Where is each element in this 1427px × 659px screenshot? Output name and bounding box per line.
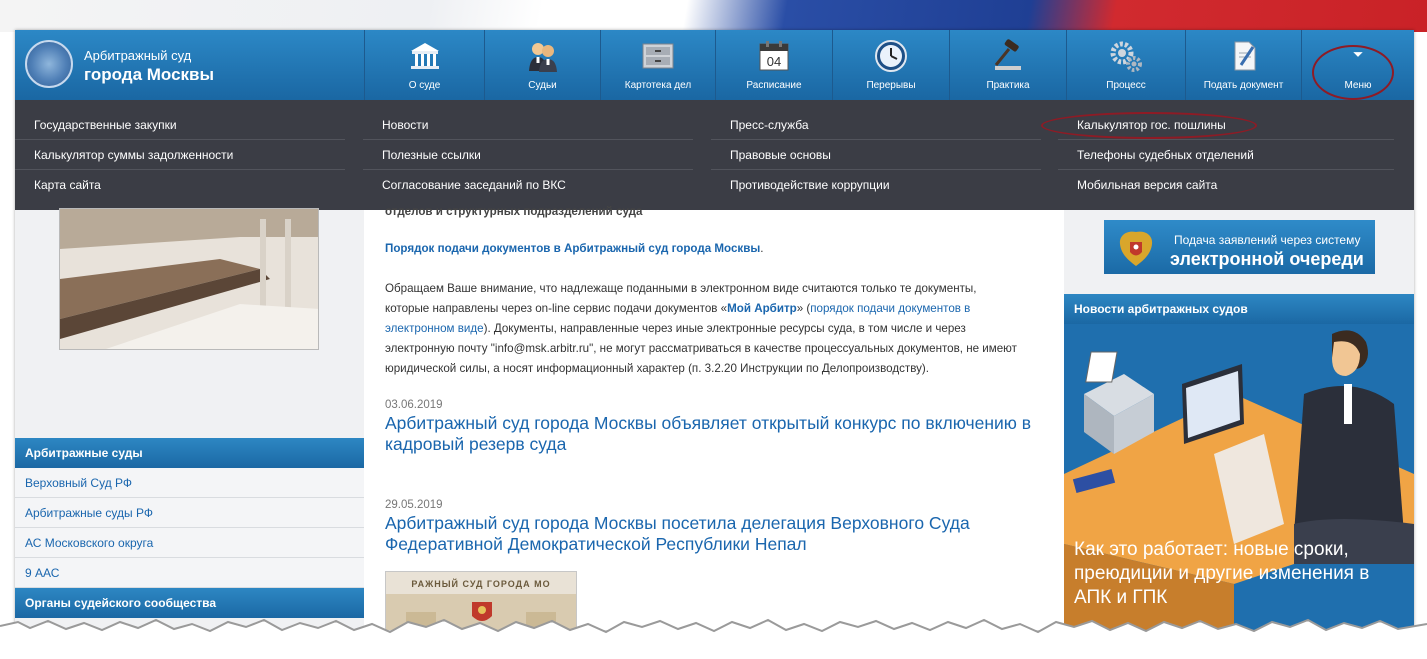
link-moscow-district-court[interactable]: АС Московского округа (15, 528, 364, 558)
logo-title-line1: Арбитражный суд (84, 48, 192, 63)
menu-item-anti-corruption[interactable]: Противодействие коррупции (711, 170, 1041, 200)
news-date: 29.05.2019 (385, 499, 443, 511)
file-cabinet-icon (642, 43, 674, 69)
menu-item-press-service[interactable]: Пресс-служба (711, 110, 1041, 140)
site-logo[interactable]: Арбитражный суд города Москвы (15, 30, 364, 100)
court-website: Арбитражный суд города Москвы О суде Суд… (15, 30, 1414, 630)
nav-schedule[interactable]: 04 Расписание (715, 30, 832, 100)
e-submission-order-link-cont[interactable]: электронном виде (385, 322, 484, 335)
news-date: 03.06.2019 (385, 399, 443, 411)
notice-line2: которые направлены через on-line сервис … (385, 302, 728, 315)
courthouse-icon (410, 43, 439, 69)
flag-banner-background (0, 0, 1427, 32)
notice-line2-b: » ( (796, 302, 811, 315)
nav-label: Картотека дел (624, 80, 692, 91)
nav-label: Перерывы (866, 80, 916, 91)
link-supreme-court[interactable]: Верховный Суд РФ (15, 468, 364, 498)
menu-item-news[interactable]: Новости (363, 110, 693, 140)
nav-label: Меню (1344, 80, 1372, 91)
court-hall-photo (59, 208, 319, 350)
news-title-link[interactable]: Арбитражный суд города Москвы объявляет … (385, 413, 1055, 455)
featured-article-caption: Как это работает: новые сроки, преюдиции… (1074, 539, 1370, 608)
nav-label: Практика (986, 80, 1030, 91)
menu-item-useful-links[interactable]: Полезные ссылки (363, 140, 693, 170)
menu-item-vks-approval[interactable]: Согласование заседаний по ВКС (363, 170, 693, 200)
document-pen-icon (1234, 41, 1255, 71)
notice-line4: электронную почту "info@msk.arbitr.ru", … (385, 342, 1017, 355)
nav-label: Подать документ (1203, 80, 1284, 91)
nav-case-files[interactable]: Картотека дел (600, 30, 715, 100)
nav-menu-toggle[interactable]: Меню (1301, 30, 1414, 100)
menu-item-state-procurement[interactable]: Государственные закупки (15, 110, 345, 140)
notice-line1: Обращаем Ваше внимание, что надлежаще по… (385, 282, 977, 295)
nav-label: О суде (408, 80, 441, 91)
cut-off-text: отделов и структурных подразделений суда (385, 205, 643, 218)
calendar-day: 04 (767, 54, 781, 69)
link-9aas[interactable]: 9 ААС (15, 558, 364, 588)
nav-label: Судьи (528, 80, 557, 91)
electronic-queue-banner[interactable]: Подача заявлений через систему электронн… (1104, 220, 1375, 274)
right-sidebar: Подача заявлений через систему электронн… (1064, 210, 1414, 630)
menu-item-mobile-version[interactable]: Мобильная версия сайта (1058, 170, 1394, 200)
clock-icon (875, 40, 907, 72)
court-interior-image (60, 209, 318, 349)
arbitration-courts-header: Арбитражные суды (15, 438, 364, 468)
menu-item-fee-calculator[interactable]: Калькулятор гос. пошлины (1058, 110, 1394, 140)
menu-item-sitemap[interactable]: Карта сайта (15, 170, 345, 200)
top-navigation: Арбитражный суд города Москвы О суде Суд… (15, 30, 1414, 100)
gears-icon (1110, 41, 1142, 72)
nav-process[interactable]: Процесс (1066, 30, 1185, 100)
arbitration-news-header: Новости арбитражных судов (1064, 294, 1414, 324)
dropdown-menu: Государственные закупки Калькулятор сумм… (15, 100, 1414, 210)
e-submission-order-link[interactable]: порядок подачи документов в (810, 302, 970, 315)
torn-edge-decoration (0, 618, 1427, 659)
court-emblem-icon (25, 40, 73, 88)
link-arbitration-courts-rf[interactable]: Арбитражные суды РФ (15, 498, 364, 528)
nav-judges[interactable]: Судьи (484, 30, 600, 100)
my-arbitr-link[interactable]: Мой Арбитр (727, 302, 797, 315)
procedure-link[interactable]: Порядок подачи документов в Арбитражный … (385, 242, 760, 255)
nav-label: Процесс (1106, 80, 1146, 91)
judges-icon (528, 43, 557, 72)
calendar-icon: 04 (759, 41, 789, 71)
menu-item-debt-calculator[interactable]: Калькулятор суммы задолженности (15, 140, 345, 170)
news-title-link[interactable]: Арбитражный суд города Москвы посетила д… (385, 513, 1055, 555)
menu-item-legal-basis[interactable]: Правовые основы (711, 140, 1041, 170)
menu-item-court-phones[interactable]: Телефоны судебных отделений (1058, 140, 1394, 170)
dropdown-arrow-icon (1353, 52, 1363, 57)
nav-about-court[interactable]: О суде (364, 30, 484, 100)
nav-practice[interactable]: Практика (949, 30, 1066, 100)
notice-line5: юридической силы, а носят информационный… (385, 362, 929, 375)
queue-line2: электронной очереди (1170, 249, 1364, 269)
nav-label: Расписание (746, 80, 802, 91)
main-content: отделов и структурных подразделений суда… (364, 205, 1064, 630)
featured-article[interactable]: Как это работает: новые сроки, преюдиции… (1064, 324, 1414, 630)
coat-of-arms-icon (1119, 231, 1153, 266)
notice-paragraph: Обращаем Ваше внимание, что надлежаще по… (385, 279, 1050, 379)
notice-line3: ). Документы, направленные через иные эл… (483, 322, 966, 335)
procedure-paragraph: Порядок подачи документов в Арбитражный … (385, 242, 764, 255)
nav-submit-document[interactable]: Подать документ (1185, 30, 1301, 100)
nav-breaks[interactable]: Перерывы (832, 30, 949, 100)
queue-line1: Подача заявлений через систему (1174, 233, 1361, 247)
logo-title-line2: города Москвы (84, 65, 215, 84)
gavel-icon (994, 39, 1021, 70)
